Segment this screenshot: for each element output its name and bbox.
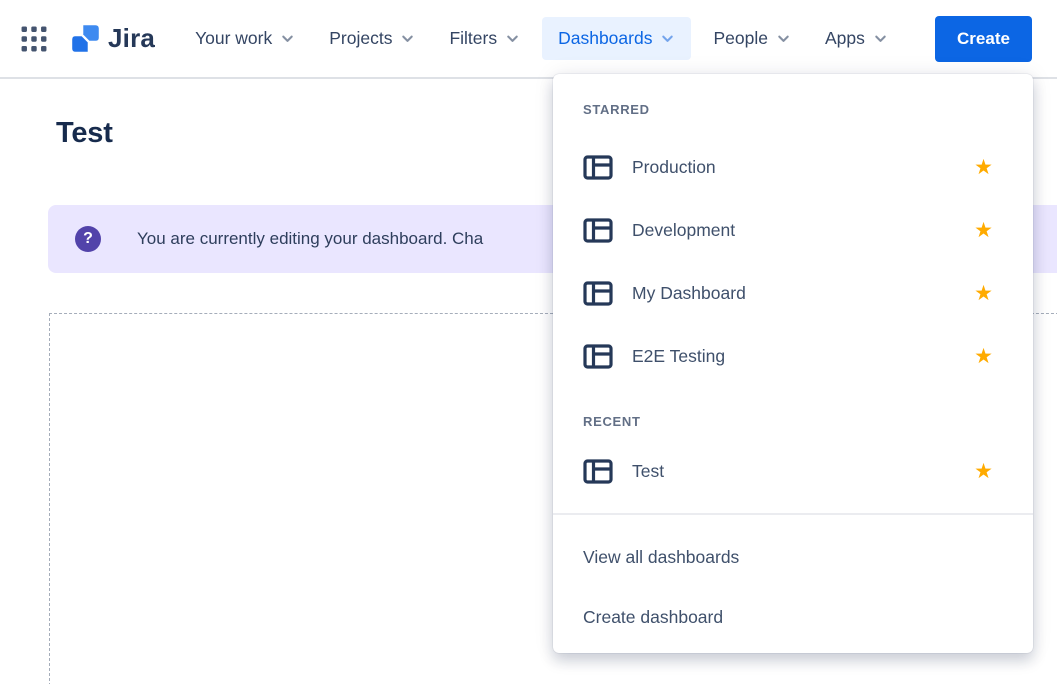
nav-item-label: Dashboards [558,28,652,49]
star-icon[interactable]: ★ [974,461,993,482]
menu-item-label: Production [632,157,974,178]
jira-dashboard-page: Jira Your work Projects Filters [0,0,1057,684]
dashboard-icon [583,155,613,180]
app-grid-icon [21,26,47,52]
menu-item-view-all-dashboards[interactable]: View all dashboards [553,527,1033,587]
dashboard-icon [583,281,613,306]
nav-item-projects[interactable]: Projects [317,17,427,60]
nav-item-filters[interactable]: Filters [437,17,532,60]
menu-item-label: My Dashboard [632,283,974,304]
top-navbar: Jira Your work Projects Filters [0,0,1057,79]
menu-item-test[interactable]: Test ★ [553,440,1033,503]
nav-item-your-work[interactable]: Your work [183,17,307,60]
dashboards-dropdown-menu: STARRED Production ★ Development ★ [553,74,1033,653]
menu-item-label: E2E Testing [632,346,974,367]
menu-item-production[interactable]: Production ★ [553,136,1033,199]
jira-logo-icon [70,23,101,54]
nav-item-label: People [713,28,768,49]
menu-item-e2e-testing[interactable]: E2E Testing ★ [553,325,1033,388]
star-icon[interactable]: ★ [974,283,993,304]
menu-item-development[interactable]: Development ★ [553,199,1033,262]
chevron-down-icon [400,31,415,46]
create-button[interactable]: Create [935,16,1032,62]
chevron-down-icon [776,31,791,46]
menu-item-label: Test [632,461,974,482]
primary-nav: Your work Projects Filters Dashboards [183,17,900,60]
page-title: Test [56,117,113,150]
nav-item-people[interactable]: People [701,17,803,60]
nav-item-label: Projects [329,28,392,49]
nav-item-dashboards[interactable]: Dashboards [542,17,691,60]
menu-item-create-dashboard[interactable]: Create dashboard [553,587,1033,647]
nav-item-label: Your work [195,28,272,49]
chevron-down-icon [280,31,295,46]
question-icon: ? [75,226,101,252]
nav-item-label: Filters [449,28,497,49]
nav-item-apps[interactable]: Apps [813,17,900,60]
jira-logo-text: Jira [108,23,155,54]
dashboards-dropdown-list: STARRED Production ★ Development ★ [553,74,1033,653]
chevron-down-icon [660,31,675,46]
menu-item-my-dashboard[interactable]: My Dashboard ★ [553,262,1033,325]
dashboard-icon [583,218,613,243]
app-switcher-button[interactable] [19,24,49,54]
section-heading-starred: STARRED [553,100,1033,120]
chevron-down-icon [873,31,888,46]
jira-logo[interactable]: Jira [70,23,155,54]
dashboard-icon [583,344,613,369]
star-icon[interactable]: ★ [974,346,993,367]
dashboard-icon [583,459,613,484]
menu-item-label: Development [632,220,974,241]
section-heading-recent: RECENT [553,412,1033,432]
editing-banner-text: You are currently editing your dashboard… [137,229,483,249]
dropdown-footer: View all dashboards Create dashboard [553,515,1033,653]
nav-item-label: Apps [825,28,865,49]
star-icon[interactable]: ★ [974,157,993,178]
star-icon[interactable]: ★ [974,220,993,241]
chevron-down-icon [505,31,520,46]
